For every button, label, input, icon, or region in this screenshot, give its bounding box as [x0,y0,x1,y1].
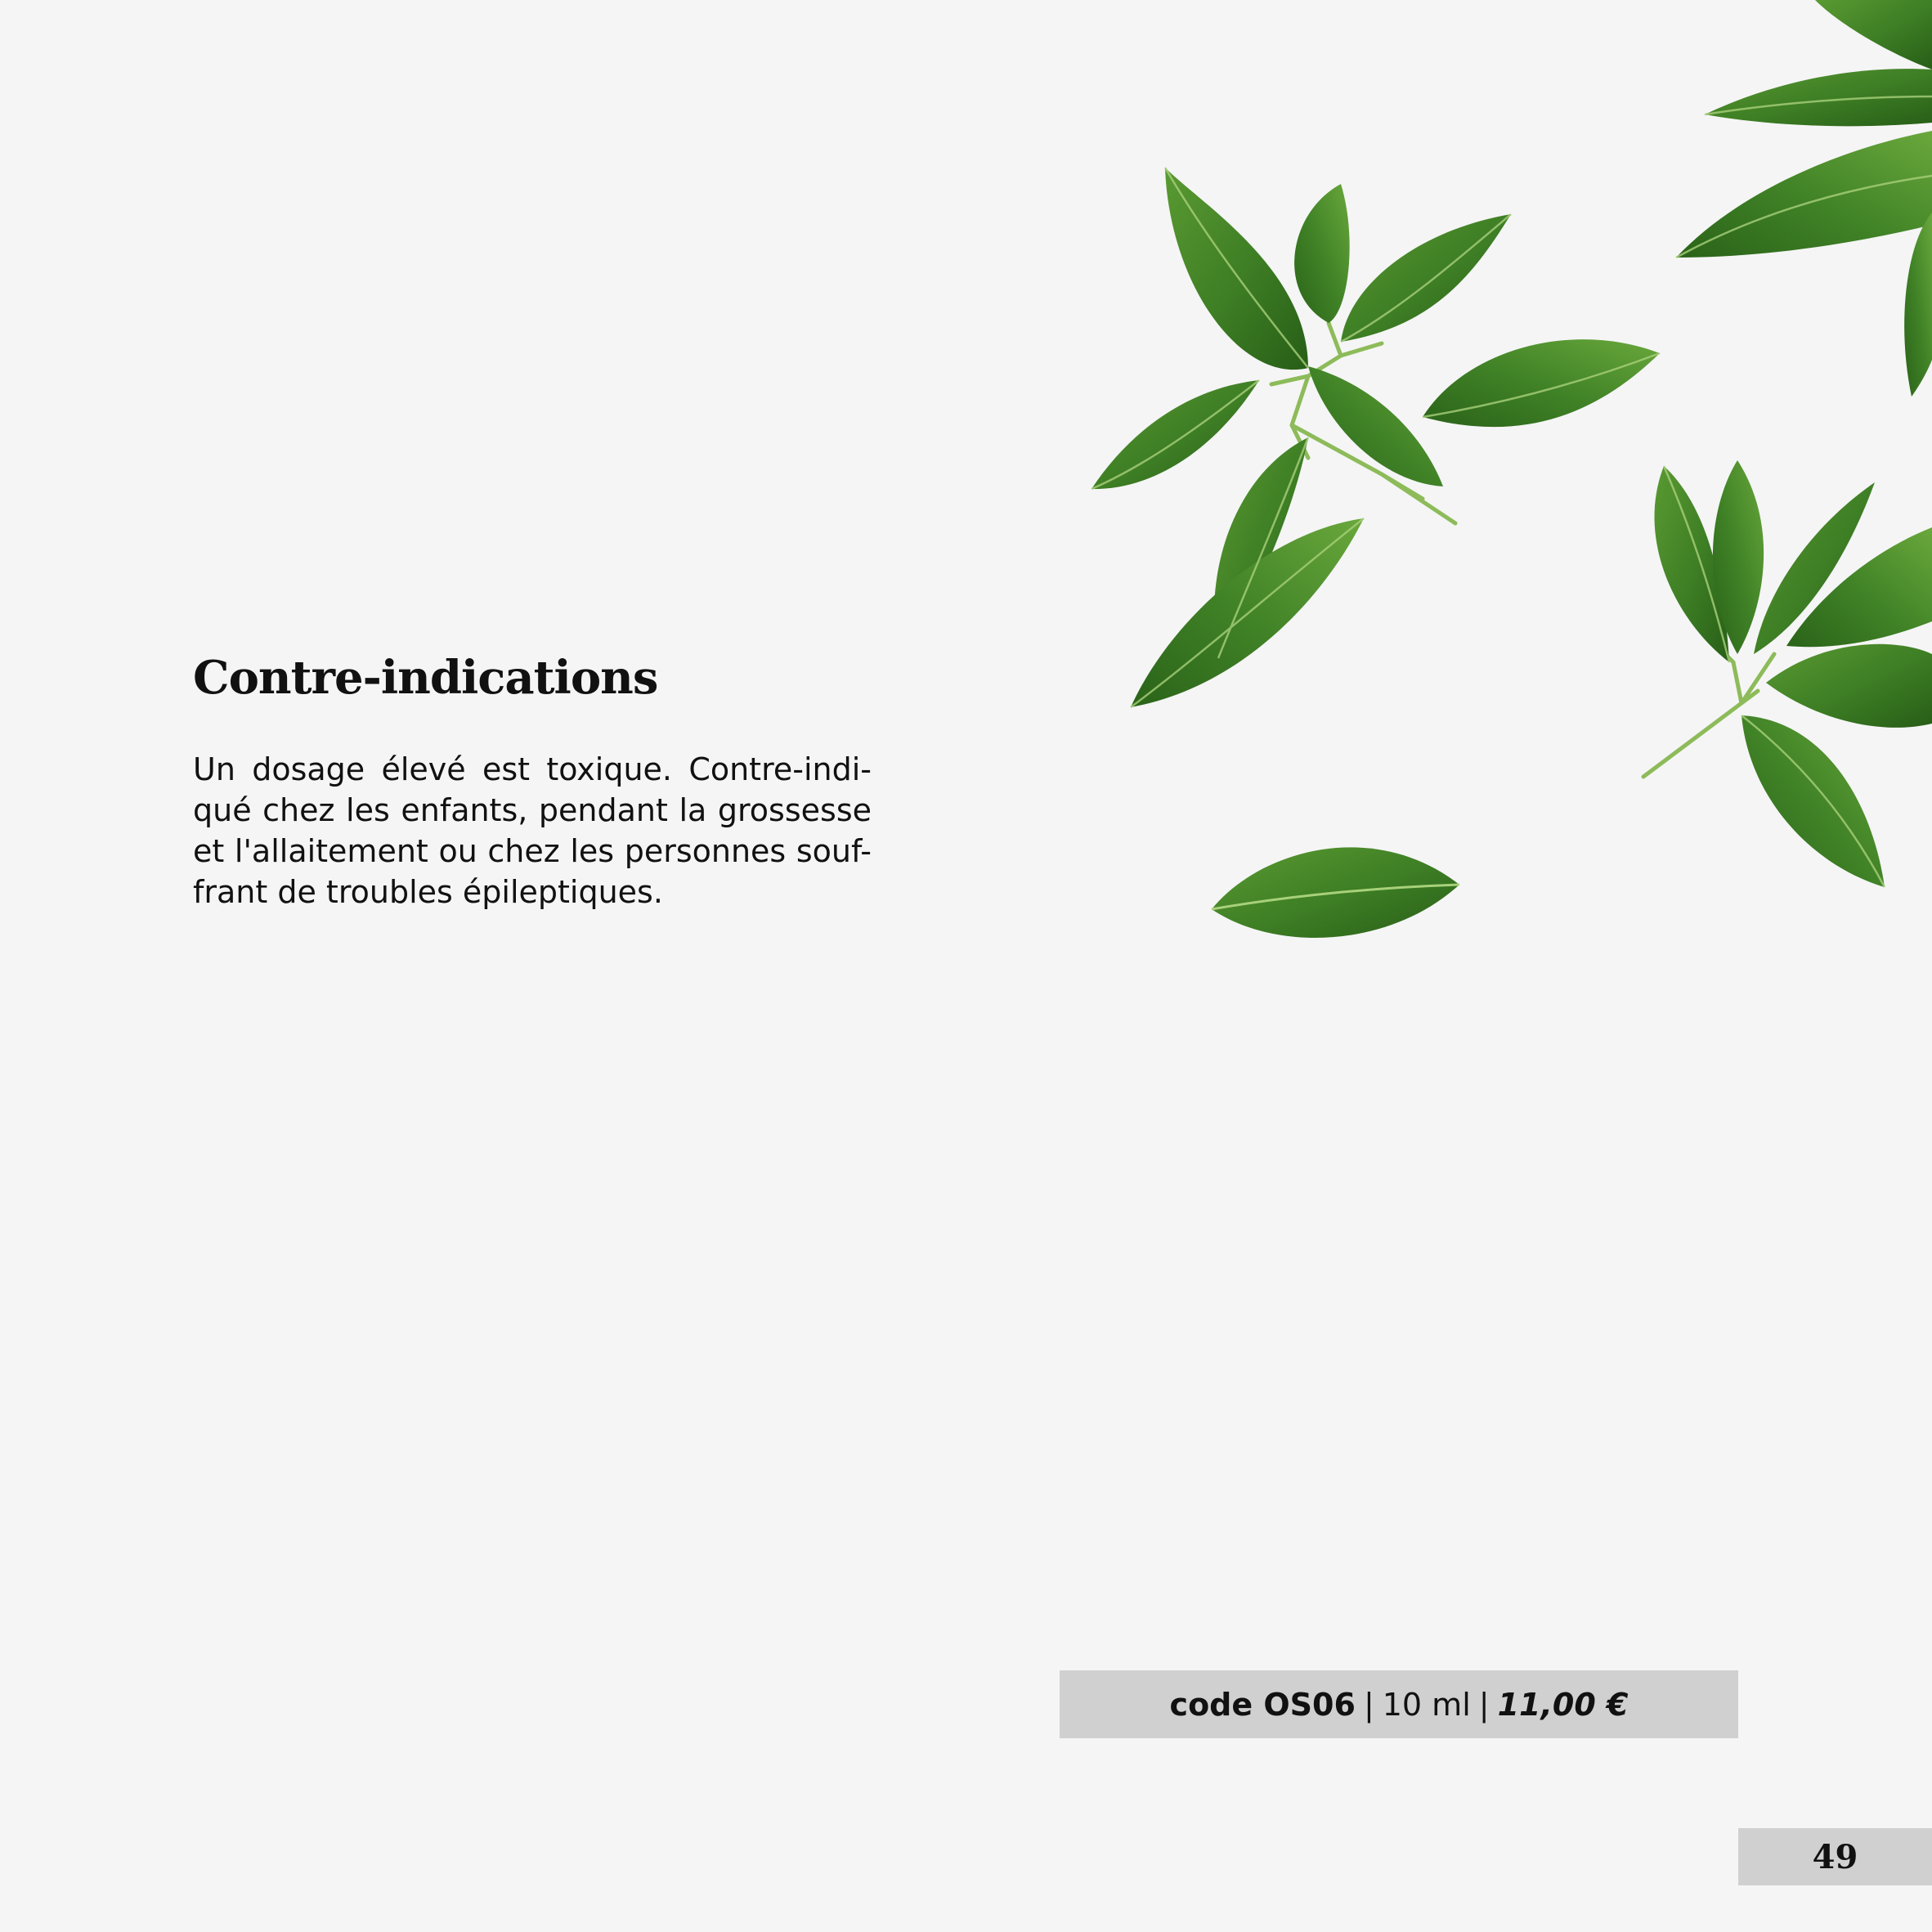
product-code: code OS06 [1169,1686,1356,1723]
leaf [1654,466,1729,662]
leaf [1294,184,1350,323]
leaf [1165,168,1308,370]
leaf [1786,527,1932,648]
text-line: frant de troubles épileptiques. [193,874,663,910]
leaf [1676,131,1932,258]
leaf [1815,0,1932,69]
leaf [1423,339,1660,428]
contraindications-text: Un dosage élevé est toxique. Contre-indi… [193,749,872,912]
page-number: 49 [1738,1828,1932,1885]
separator: | [1478,1686,1490,1723]
leaf [1131,518,1364,707]
leaf [1341,214,1511,342]
leaf [1766,643,1932,728]
leaf [1308,366,1443,486]
leaf [1092,380,1259,490]
product-info-bar: code OS06 | 10 ml | 11,00 € [1060,1670,1738,1738]
separator: | [1363,1686,1374,1723]
leaf [1212,847,1459,939]
leaf [1705,69,1932,127]
green-leaves-photo [1091,0,1932,939]
leaf [1741,715,1885,887]
text-line: qué chez les enfants, pendant la grosses… [193,792,872,828]
leaf [1754,482,1875,654]
text-line: Un dosage élevé est toxique. Contre-indi… [193,751,872,787]
text-line: et l'allaitement ou chez les personnes s… [193,833,872,869]
leaf [1712,460,1764,654]
product-price: 11,00 € [1497,1686,1629,1723]
leaf [1904,213,1932,397]
leaf [1213,437,1308,658]
section-heading: Contre-indications [193,651,658,705]
product-volume: 10 ml [1382,1686,1471,1723]
